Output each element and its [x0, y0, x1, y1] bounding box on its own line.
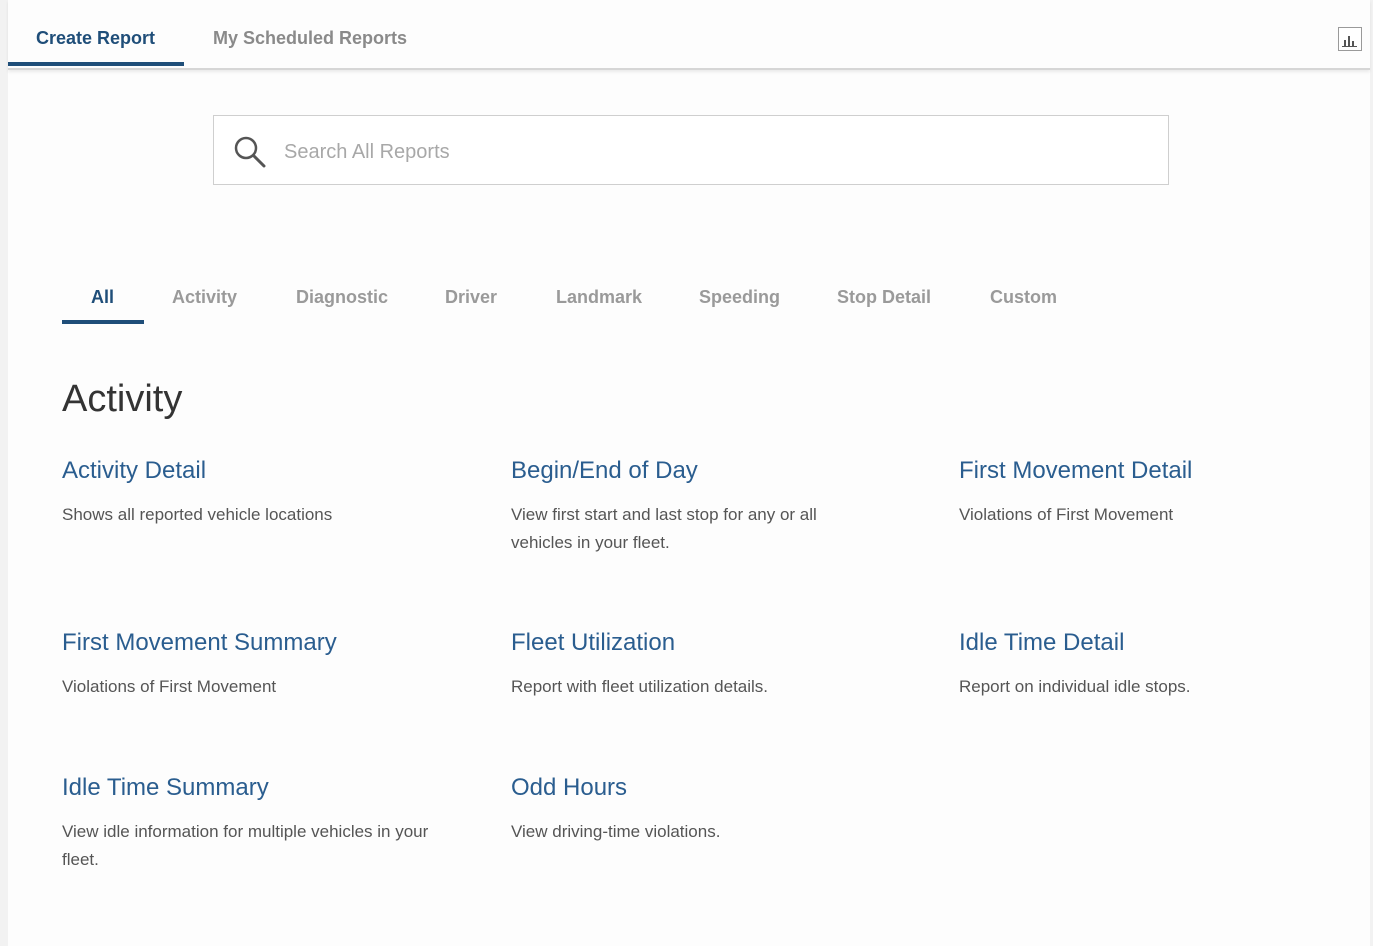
report-link-first-movement-summary[interactable]: First Movement Summary: [62, 629, 462, 657]
active-tab-indicator: [8, 62, 184, 66]
report-card: Odd Hours View driving-time violations.: [511, 774, 911, 846]
search-box[interactable]: [213, 115, 1169, 185]
report-link-activity-detail[interactable]: Activity Detail: [62, 457, 462, 485]
report-description: Violations of First Movement: [959, 505, 1174, 524]
report-card: Idle Time Summary View idle information …: [62, 774, 462, 874]
tab-custom[interactable]: Custom: [990, 287, 1057, 308]
report-card: Fleet Utilization Report with fleet util…: [511, 629, 911, 701]
report-card: Activity Detail Shows all reported vehic…: [62, 457, 462, 529]
tab-activity[interactable]: Activity: [172, 287, 237, 308]
report-link-idle-time-summary[interactable]: Idle Time Summary: [62, 774, 462, 802]
tab-stop-detail[interactable]: Stop Detail: [837, 287, 931, 308]
report-card: First Movement Summary Violations of Fir…: [62, 629, 462, 701]
tab-landmark[interactable]: Landmark: [556, 287, 642, 308]
tab-create-report[interactable]: Create Report: [36, 28, 155, 49]
report-description: Report on individual idle stops.: [959, 677, 1191, 696]
search-icon: [234, 136, 266, 168]
active-category-indicator: [62, 320, 144, 324]
report-description: Violations of First Movement: [62, 677, 277, 696]
report-description: View idle information for multiple vehic…: [62, 822, 429, 869]
tab-my-scheduled-reports[interactable]: My Scheduled Reports: [213, 28, 407, 49]
report-card: Idle Time Detail Report on individual id…: [959, 629, 1359, 701]
search-input[interactable]: [282, 134, 1146, 170]
report-description: Shows all reported vehicle locations: [62, 505, 333, 524]
report-link-fleet-utilization[interactable]: Fleet Utilization: [511, 629, 911, 657]
tab-speeding[interactable]: Speeding: [699, 287, 780, 308]
report-description: View first start and last stop for any o…: [511, 505, 817, 552]
report-card: Begin/End of Day View first start and la…: [511, 457, 911, 557]
bar-chart-icon[interactable]: [1338, 27, 1362, 51]
tab-driver[interactable]: Driver: [445, 287, 497, 308]
section-title: Activity: [62, 378, 183, 420]
report-link-idle-time-detail[interactable]: Idle Time Detail: [959, 629, 1359, 657]
report-link-odd-hours[interactable]: Odd Hours: [511, 774, 911, 802]
report-card: First Movement Detail Violations of Firs…: [959, 457, 1359, 529]
top-tab-bar: Create Report My Scheduled Reports: [8, 0, 1370, 70]
report-link-begin-end-of-day[interactable]: Begin/End of Day: [511, 457, 911, 485]
report-page: Create Report My Scheduled Reports All A…: [8, 0, 1370, 946]
report-description: Report with fleet utilization details.: [511, 677, 769, 696]
report-description: View driving-time violations.: [511, 822, 721, 841]
tab-diagnostic[interactable]: Diagnostic: [296, 287, 388, 308]
report-link-first-movement-detail[interactable]: First Movement Detail: [959, 457, 1359, 485]
tab-all[interactable]: All: [91, 287, 114, 308]
